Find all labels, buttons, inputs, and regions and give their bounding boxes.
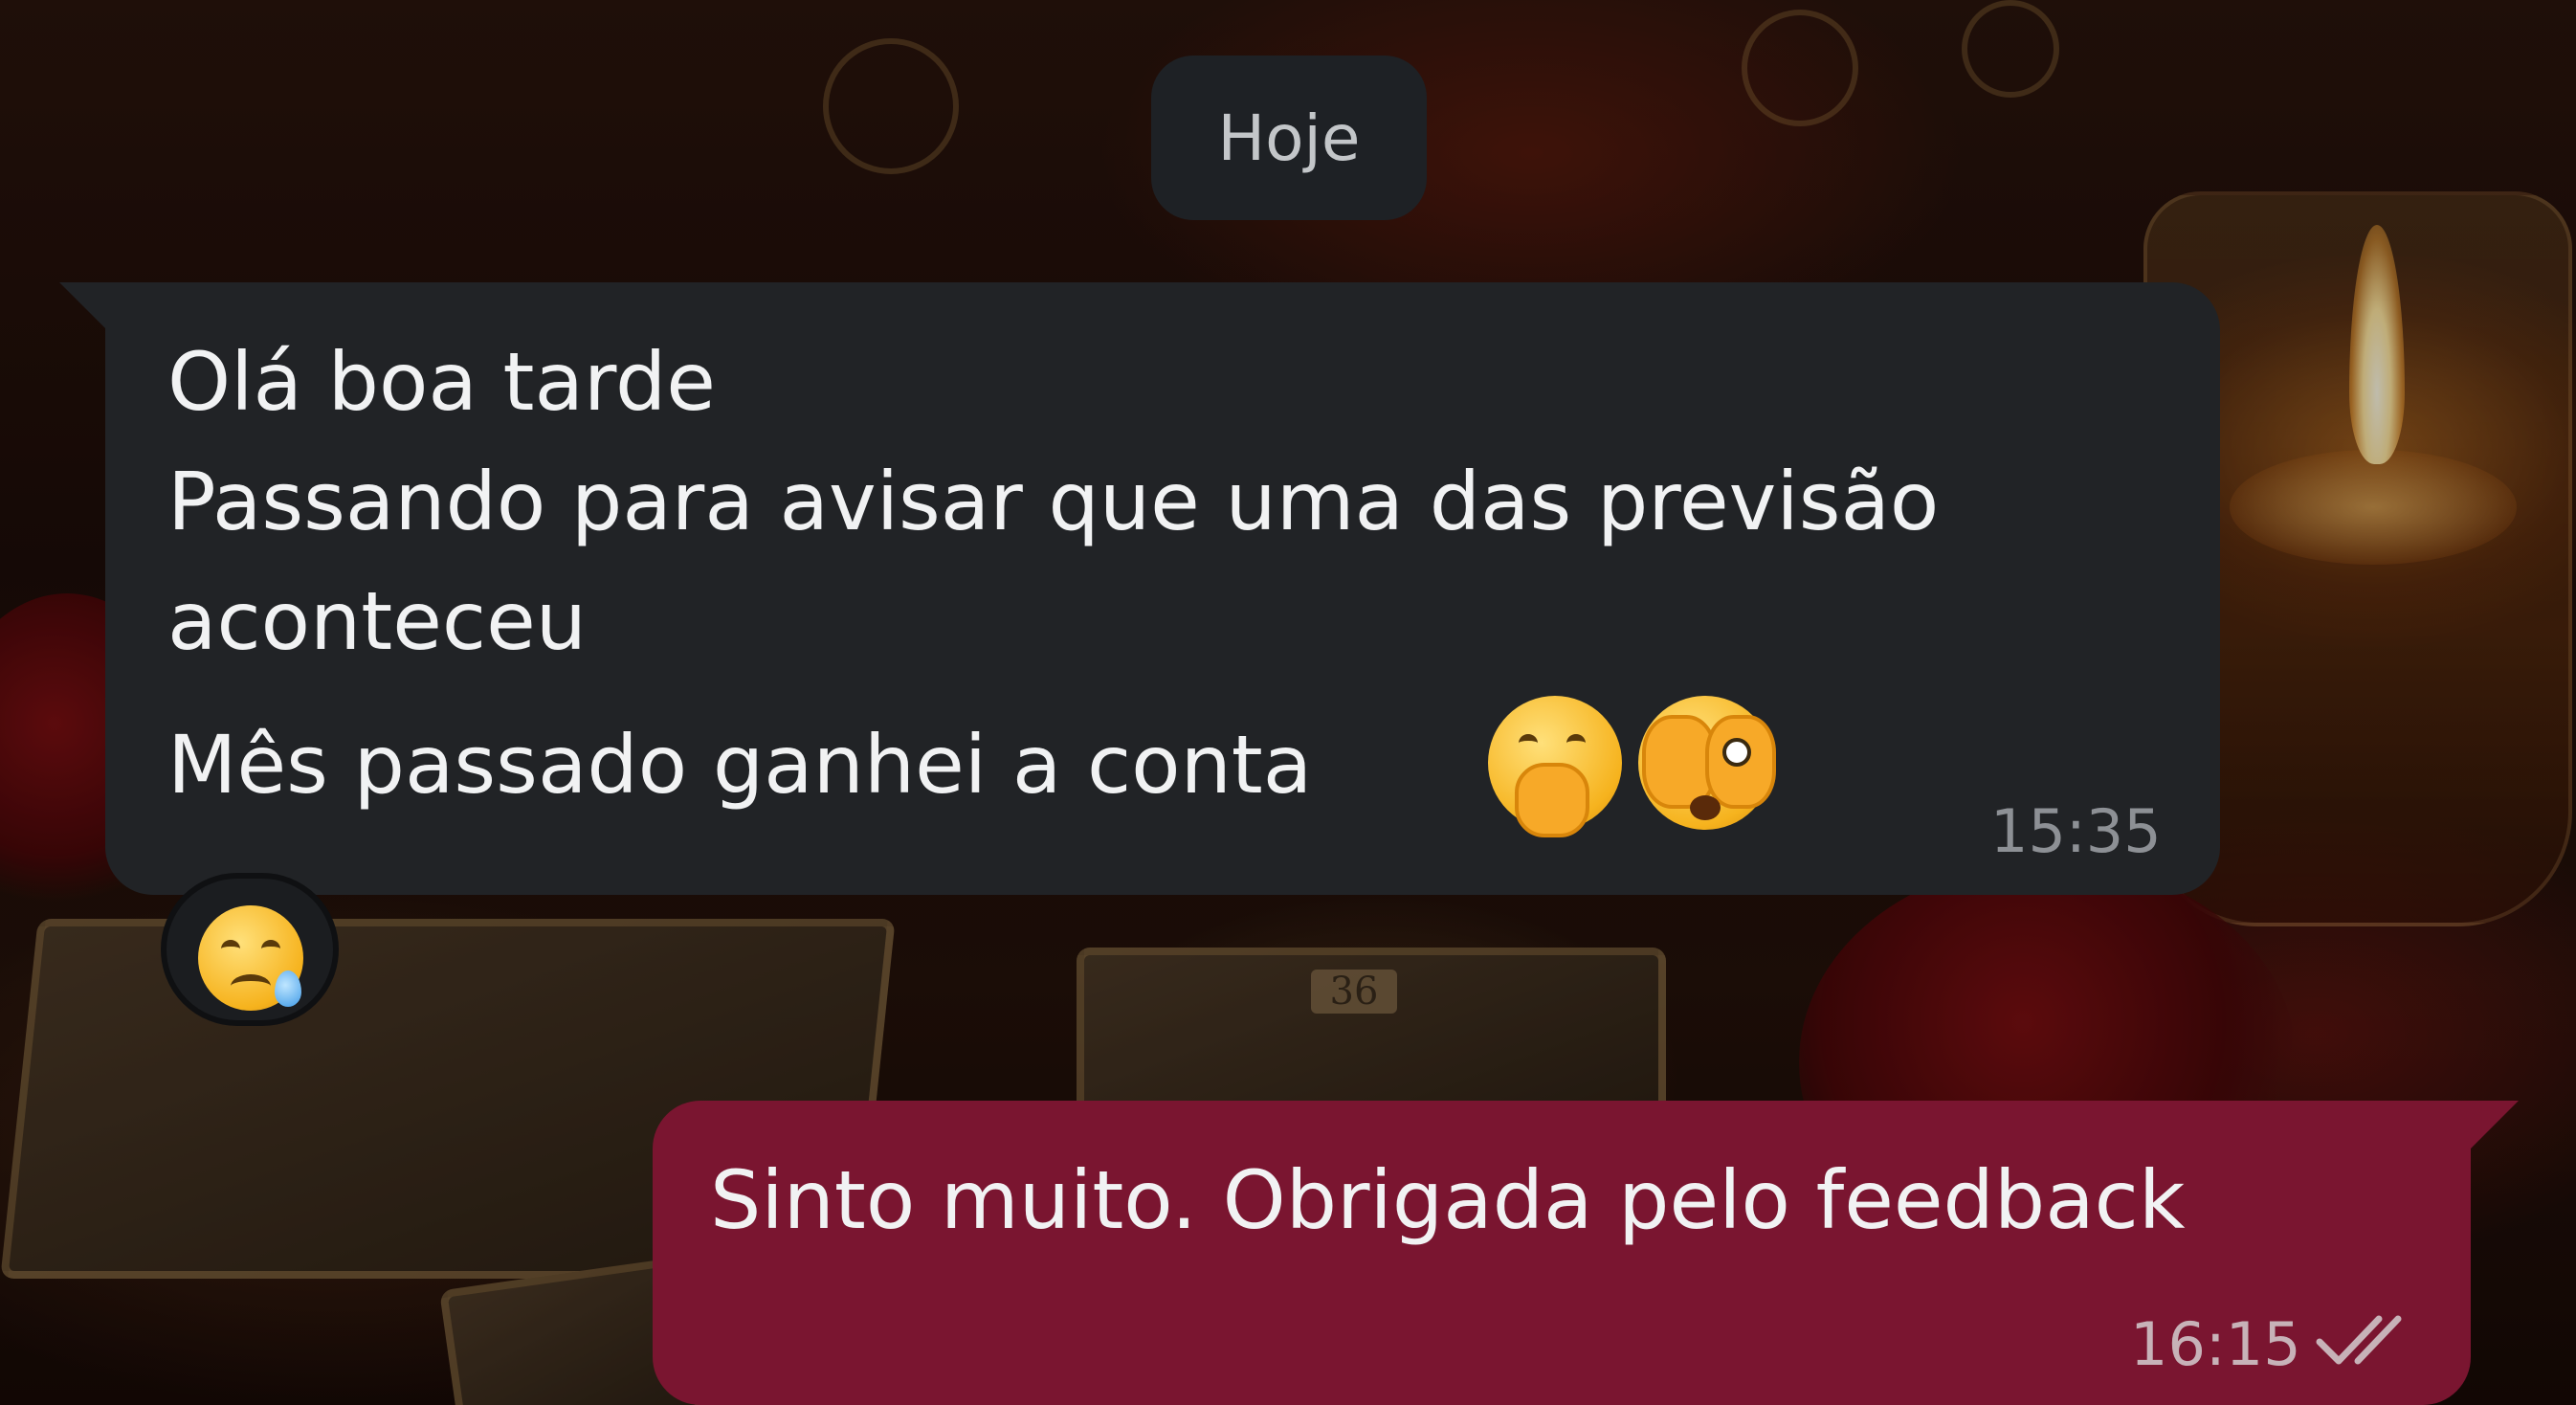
- outgoing-bubble-tail: [2471, 1101, 2519, 1149]
- emoji-hand: [1515, 763, 1589, 837]
- outgoing-message-text: Sinto muito. Obrigada pelo feedback: [710, 1153, 2186, 1247]
- emoji-tear: [275, 970, 301, 1007]
- emoji-mouth: [231, 974, 271, 998]
- sad-but-relieved-face-icon: [198, 905, 303, 1011]
- emoji-eye: [261, 940, 280, 958]
- incoming-message-line: Passando para avisar que uma das previsã…: [167, 455, 1940, 548]
- double-check-icon: [2316, 1315, 2402, 1365]
- emoji-mouth: [1690, 795, 1721, 820]
- face-with-hand-over-mouth-icon: [1488, 696, 1622, 837]
- incoming-bubble-tail: [59, 282, 107, 330]
- incoming-message-line: Mês passado ganhei a conta: [167, 718, 1313, 812]
- emoji-eye: [1566, 734, 1586, 752]
- date-divider: Hoje: [1151, 56, 1427, 220]
- emoji-eye: [221, 940, 240, 958]
- incoming-message-line: Olá boa tarde: [167, 335, 716, 429]
- message-reaction[interactable]: [161, 873, 339, 1026]
- incoming-message-time: 15:35: [1990, 796, 2162, 866]
- outgoing-message-time: 16:15: [2130, 1309, 2301, 1379]
- incoming-message-line: aconteceu: [167, 574, 588, 668]
- emoji-eye: [1519, 734, 1538, 752]
- face-with-peeking-eye-icon: [1638, 696, 1776, 830]
- emoji-peeking-eye: [1722, 738, 1751, 767]
